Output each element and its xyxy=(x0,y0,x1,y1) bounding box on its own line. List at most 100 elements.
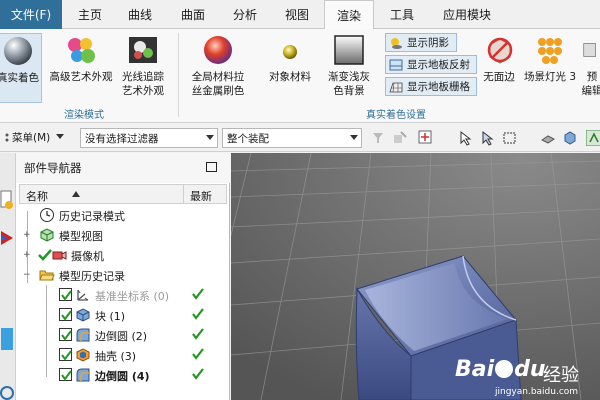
tab-home[interactable]: 主页 xyxy=(68,0,112,29)
snap-point-icon[interactable] xyxy=(418,130,434,146)
collapse-minus-icon[interactable]: − xyxy=(23,271,31,280)
no-face-edges-icon xyxy=(487,37,513,64)
show-shadow-label: 显示阴影 xyxy=(407,37,449,49)
file-menu-tab[interactable]: 文件(F) xyxy=(0,0,62,29)
column-latest[interactable]: 最新 xyxy=(190,188,212,204)
visibility-checkbox[interactable] xyxy=(59,348,72,361)
advanced-art-appearance-button[interactable]: 高级艺术外观 xyxy=(46,33,116,84)
history-clock-icon xyxy=(40,208,54,222)
tree-item-model-views[interactable]: + 模型视图 xyxy=(19,225,227,245)
camera-icon xyxy=(52,251,67,260)
shaded-view-icon[interactable] xyxy=(540,130,556,146)
roles-icon[interactable] xyxy=(0,325,14,353)
select-cursor-icon[interactable] xyxy=(458,130,474,146)
global-material-button[interactable]: 全局材料拉 丝金属刷色 xyxy=(186,33,250,98)
edge-blend-icon xyxy=(76,328,90,342)
shell-feature-icon xyxy=(76,348,90,362)
advanced-art-appearance-label: 高级艺术外观 xyxy=(49,71,113,83)
scene-light-3-button[interactable]: 场景灯光 3 xyxy=(520,33,580,84)
tab-curve[interactable]: 曲线 xyxy=(118,0,162,29)
art-appearance-icon xyxy=(68,38,95,63)
tree-item-label: 边倒圆 (4) xyxy=(95,370,150,383)
true-shading-button[interactable]: 真实着色 xyxy=(0,33,42,103)
cube-view-icon[interactable] xyxy=(562,130,578,146)
visibility-checkbox[interactable] xyxy=(59,328,72,341)
tab-tools[interactable]: 工具 xyxy=(380,0,424,29)
tab-analysis[interactable]: 分析 xyxy=(222,0,268,29)
tree-item-label: 历史记录模式 xyxy=(59,210,125,223)
maximize-icon[interactable] xyxy=(206,162,217,172)
tab-view[interactable]: 视图 xyxy=(274,0,320,29)
latest-check-icon xyxy=(191,367,205,384)
visibility-checkbox[interactable] xyxy=(59,308,72,321)
tree-item-shell-3[interactable]: 抽壳 (3) xyxy=(19,345,227,365)
show-shadow-toggle[interactable]: 显示阴影 xyxy=(385,33,457,52)
checkmark-icon xyxy=(61,290,72,301)
part-navigator-title: 部件导航器 xyxy=(16,153,230,183)
no-face-edges-button[interactable]: 无面边 xyxy=(479,33,519,84)
chevron-down-icon xyxy=(206,135,214,140)
folder-open-icon xyxy=(39,270,55,281)
gradient-gray-background-button[interactable]: 渐变浅灰 色背景 xyxy=(320,33,378,98)
shaded-sphere-icon xyxy=(4,37,32,65)
watermark-url: jingyan.baidu.com xyxy=(495,387,579,397)
selection-filter-dropdown[interactable]: 没有选择过滤器 xyxy=(80,128,218,148)
tab-applications[interactable]: 应用模块 xyxy=(430,0,504,29)
tree-item-history-mode[interactable]: 历史记录模式 xyxy=(19,205,227,225)
baidu-jingyan-watermark: Bai du 经验 jingyan.baidu.com xyxy=(455,355,600,400)
tree-item-block[interactable]: 块 (1) xyxy=(19,305,227,325)
assembly-navigator-icon[interactable] xyxy=(0,227,14,249)
latest-check-icon xyxy=(191,347,205,364)
assembly-scope-dropdown[interactable]: 整个装配 xyxy=(222,128,362,148)
expand-plus-icon[interactable]: + xyxy=(23,231,31,240)
selection-toolbar: 菜单(M) 没有选择过滤器 整个装配 xyxy=(0,124,600,152)
show-floor-reflection-toggle[interactable]: 显示地板反射 xyxy=(385,55,477,74)
assembly-scope-value: 整个装配 xyxy=(227,132,269,145)
menu-button[interactable]: 菜单(M) xyxy=(12,130,50,145)
part-navigator-title-text: 部件导航器 xyxy=(24,161,82,175)
visibility-checkbox[interactable] xyxy=(59,288,72,301)
ray-trace-label-line1: 光线追踪 xyxy=(122,71,164,83)
model-view-cube-icon xyxy=(40,228,54,242)
column-divider[interactable] xyxy=(183,185,184,203)
show-floor-reflection-label: 显示地板反射 xyxy=(407,59,470,71)
tab-surface[interactable]: 曲面 xyxy=(168,0,218,29)
ribbon: 真实着色 高级艺术外观 光线追踪 艺术外观 全局材料拉 丝金属刷色 对象材料 渐… xyxy=(0,29,600,123)
floor-grid-icon xyxy=(389,82,403,92)
web-browser-icon[interactable] xyxy=(0,383,14,400)
history-icon[interactable] xyxy=(0,189,14,211)
tree-item-edge-blend-4[interactable]: 边倒圆 (4) xyxy=(19,365,227,385)
tree-item-edge-blend-2[interactable]: 边倒圆 (2) xyxy=(19,325,227,345)
column-name[interactable]: 名称 xyxy=(26,188,48,204)
gradient-background-label-line1: 渐变浅灰 xyxy=(328,71,370,83)
ray-trace-icon xyxy=(129,37,157,63)
visibility-checkbox[interactable] xyxy=(59,368,72,381)
ray-trace-label-line2: 艺术外观 xyxy=(122,85,164,97)
datum-csys-icon xyxy=(77,289,89,301)
show-floor-grid-toggle[interactable]: 显示地板栅格 xyxy=(385,77,477,96)
preset-label-line2: 编辑 xyxy=(581,85,600,97)
tree-item-cameras[interactable]: + 摄像机 xyxy=(19,245,227,265)
tree-item-label: 模型历史记录 xyxy=(59,270,125,283)
menu-bar: 文件(F) 主页 曲线 曲面 分析 视图 渲染 工具 应用模块 xyxy=(0,0,600,30)
scene-light-label: 场景灯光 3 xyxy=(523,71,577,83)
object-material-button[interactable]: 对象材料 xyxy=(262,33,318,84)
drag-cursor-icon[interactable] xyxy=(480,130,496,146)
menu-dropdown-icon[interactable] xyxy=(56,134,64,139)
component-select-icon[interactable] xyxy=(392,130,408,146)
preset-edit-button[interactable]: 预 编辑 xyxy=(580,33,600,98)
object-material-icon xyxy=(283,45,297,59)
sort-ascending-icon[interactable] xyxy=(72,191,80,197)
ray-trace-appearance-button[interactable]: 光线追踪 艺术外观 xyxy=(118,33,168,98)
rectangle-select-icon[interactable] xyxy=(502,130,518,146)
snap-toggle-icon[interactable] xyxy=(586,130,600,146)
tree-item-model-history[interactable]: − 模型历史记录 xyxy=(19,265,227,285)
tab-render[interactable]: 渲染 xyxy=(324,0,374,30)
tree-item-datum-csys[interactable]: 基准坐标系 (0) xyxy=(19,285,227,305)
floor-reflection-icon xyxy=(389,59,403,70)
baidu-logo-text-2: du xyxy=(514,357,546,382)
menu-grip-icon xyxy=(5,133,9,142)
expand-plus-icon[interactable]: + xyxy=(23,251,31,260)
checkmark-icon xyxy=(61,310,72,321)
filter-icon[interactable] xyxy=(370,130,386,146)
